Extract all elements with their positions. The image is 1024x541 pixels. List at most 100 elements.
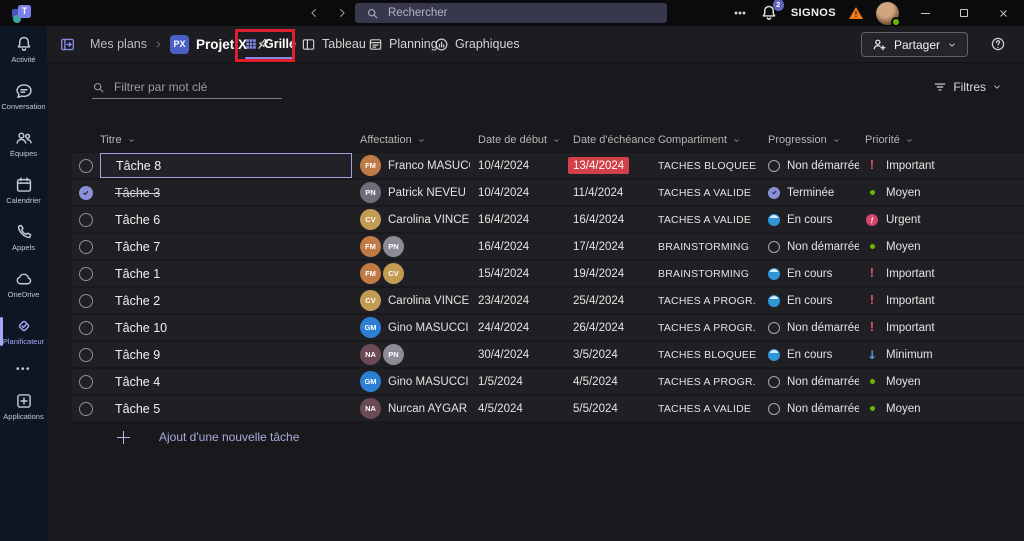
due-date-cell[interactable]: 3/5/2024 [573,349,658,361]
bucket-cell[interactable]: TACHES BLOQUEE [658,349,768,361]
back-icon[interactable] [308,7,320,19]
due-date-cell[interactable]: 16/4/2024 [573,214,658,226]
notifications-bell-icon[interactable]: 2 [760,4,778,22]
start-date-cell[interactable]: 30/4/2024 [478,349,573,361]
column-header-date-de-debut[interactable]: Date de début [478,134,573,146]
task-title-cell[interactable]: Tâche 4 [100,369,352,394]
due-date-cell[interactable]: 25/4/2024 [573,295,658,307]
tab-tableau[interactable]: Tableau [301,26,366,62]
task-title-cell[interactable]: Tâche 7 [100,234,352,259]
priority-cell[interactable]: Moyen [865,403,1024,415]
bucket-cell[interactable]: BRAINSTORMING [658,268,768,280]
sidebar-item-planificateur[interactable]: Planificateur [0,308,47,355]
help-icon[interactable] [990,36,1006,52]
start-date-cell[interactable]: 16/4/2024 [478,241,573,253]
task-complete-radio[interactable] [79,348,93,362]
assignment-cell[interactable]: NA Nurcan AYGAR [352,396,478,421]
start-date-cell[interactable]: 10/4/2024 [478,187,573,199]
start-date-cell[interactable]: 16/4/2024 [478,214,573,226]
assignment-cell[interactable]: NAPN [352,342,478,367]
bucket-cell[interactable]: TACHES A VALIDE [658,403,768,415]
expand-rail-icon[interactable] [59,36,76,53]
bucket-cell[interactable]: TACHES A VALIDE [658,214,768,226]
bucket-cell[interactable]: TACHES BLOQUEE [658,160,768,172]
forward-icon[interactable] [336,7,348,19]
task-complete-radio[interactable] [79,267,93,281]
share-button[interactable]: Partager [861,32,968,57]
start-date-cell[interactable]: 1/5/2024 [478,376,573,388]
tab-grille[interactable]: Grille [244,26,296,62]
start-date-cell[interactable]: 15/4/2024 [478,268,573,280]
table-row[interactable]: Tâche 3 PN Patrick NEVEU 10/4/2024 11/4/… [72,180,1024,205]
progress-cell[interactable]: Terminée [768,187,865,199]
bucket-cell[interactable]: TACHES A PROGR. [658,322,768,334]
progress-cell[interactable]: En cours [768,349,865,361]
priority-cell[interactable]: Moyen [865,376,1024,388]
task-title-cell[interactable]: Tâche 8 [100,153,352,178]
due-date-cell[interactable]: 4/5/2024 [573,376,658,388]
priority-cell[interactable]: ! Urgent [865,214,1024,226]
column-header-priorite[interactable]: Priorité [865,134,1024,146]
priority-cell[interactable]: ! Important [865,159,1024,172]
table-row[interactable]: Tâche 7 FMPN 16/4/2024 17/4/2024 BRAINST… [72,234,1024,259]
sidebar-item-appels[interactable]: Appels [0,214,47,261]
account-name[interactable]: SIGNOS [791,7,836,19]
priority-cell[interactable]: ↓ Minimum [865,349,1024,361]
start-date-cell[interactable]: 24/4/2024 [478,322,573,334]
task-complete-radio[interactable] [79,240,93,254]
assignment-cell[interactable]: FMPN [352,234,478,259]
table-row[interactable]: Tâche 8 FM Franco MASUCCI 10/4/2024 13/4… [72,153,1024,178]
maximize-button[interactable] [951,0,977,26]
bucket-cell[interactable]: BRAINSTORMING [658,241,768,253]
close-button[interactable] [990,0,1016,26]
due-date-cell[interactable]: 13/4/2024 [573,157,658,174]
warning-icon[interactable] [849,7,863,19]
sidebar-item-equipes[interactable]: Équipes [0,120,47,167]
start-date-cell[interactable]: 23/4/2024 [478,295,573,307]
task-complete-radio[interactable] [79,402,93,416]
due-date-cell[interactable]: 26/4/2024 [573,322,658,334]
assignment-cell[interactable]: CV Carolina VINCENZO [352,288,478,313]
sidebar-item-activite[interactable]: Activité [0,26,47,73]
bucket-cell[interactable]: TACHES A VALIDE [658,187,768,199]
table-row[interactable]: Tâche 10 GM Gino MASUCCI 24/4/2024 26/4/… [72,315,1024,340]
due-date-cell[interactable]: 5/5/2024 [573,403,658,415]
priority-cell[interactable]: Moyen [865,187,1024,199]
progress-cell[interactable]: En cours [768,295,865,307]
tab-planning[interactable]: Planning [368,26,438,62]
tab-graphiques[interactable]: Graphiques [434,26,520,62]
assignment-cell[interactable]: CV Carolina VINCENZO [352,207,478,232]
progress-cell[interactable]: Non démarrée [768,322,865,334]
search-input[interactable]: Rechercher [355,3,667,23]
due-date-cell[interactable]: 11/4/2024 [573,187,658,199]
assignment-cell[interactable]: FMCV [352,261,478,286]
sidebar-item-onedrive[interactable]: OneDrive [0,261,47,308]
add-task-button[interactable]: Ajout d'une nouvelle tâche [117,430,299,444]
priority-cell[interactable]: Moyen [865,241,1024,253]
table-row[interactable]: Tâche 1 FMCV 15/4/2024 19/4/2024 BRAINST… [72,261,1024,286]
start-date-cell[interactable]: 4/5/2024 [478,403,573,415]
column-header-progression[interactable]: Progression [768,134,865,146]
task-complete-radio[interactable] [79,159,93,173]
assignment-cell[interactable]: GM Gino MASUCCI [352,315,478,340]
column-header-affectation[interactable]: Affectation [352,134,478,146]
task-complete-radio[interactable] [79,321,93,335]
priority-cell[interactable]: ! Important [865,321,1024,334]
bucket-cell[interactable]: TACHES A PROGR. [658,376,768,388]
breadcrumb-my-plans[interactable]: Mes plans [90,37,147,51]
task-title-cell[interactable]: Tâche 6 [100,207,352,232]
minimize-button[interactable] [912,0,938,26]
column-header-titre[interactable]: Titre [100,134,352,146]
progress-cell[interactable]: Non démarrée [768,160,865,172]
assignment-cell[interactable]: GM Gino MASUCCI [352,369,478,394]
user-avatar[interactable] [876,2,899,25]
progress-cell[interactable]: En cours [768,214,865,226]
task-title-cell[interactable]: Tâche 3 [100,180,352,205]
keyword-filter-input[interactable]: Filtrer par mot clé [92,76,282,99]
more-options-icon[interactable] [733,6,747,20]
table-row[interactable]: Tâche 5 NA Nurcan AYGAR 4/5/2024 5/5/202… [72,396,1024,421]
priority-cell[interactable]: ! Important [865,267,1024,280]
progress-cell[interactable]: Non démarrée [768,403,865,415]
table-row[interactable]: Tâche 9 NAPN 30/4/2024 3/5/2024 TACHES B… [72,342,1024,367]
task-title-cell[interactable]: Tâche 9 [100,342,352,367]
